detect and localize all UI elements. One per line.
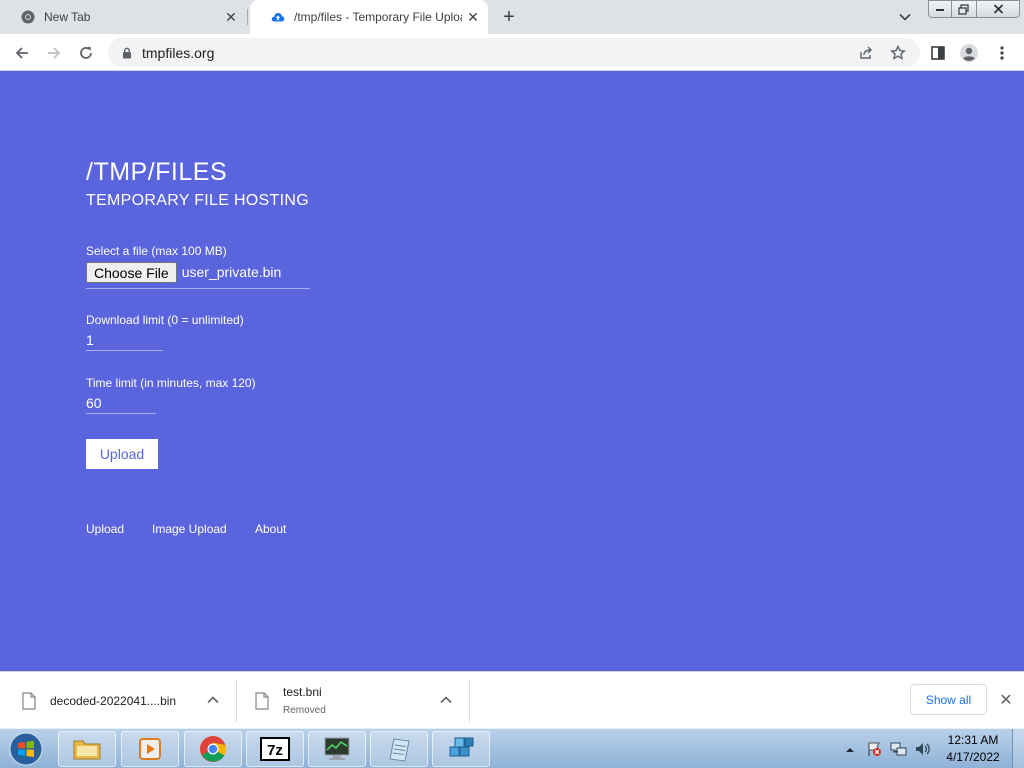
download-separator bbox=[469, 680, 470, 722]
svg-text:7z: 7z bbox=[267, 742, 283, 759]
notepad-icon bbox=[389, 738, 410, 762]
address-bar[interactable]: tmpfiles.org bbox=[108, 38, 920, 67]
close-download-bar-icon[interactable]: ✕ bbox=[996, 690, 1016, 710]
nav-link-upload[interactable]: Upload bbox=[86, 522, 124, 536]
file-label: Select a file (max 100 MB) bbox=[86, 244, 227, 258]
bookmark-star-icon[interactable] bbox=[888, 43, 908, 63]
taskbar: 7z 12:31 AM 4/17/2022 bbox=[0, 728, 1024, 768]
download-bar: decoded-2022041....bin test.bni Removed … bbox=[0, 671, 1024, 728]
file-input[interactable]: Choose File user_private.bin bbox=[86, 262, 310, 289]
download-item[interactable]: decoded-2022041....bin bbox=[22, 672, 232, 729]
lock-icon[interactable] bbox=[120, 46, 134, 60]
clock-date: 4/17/2022 bbox=[946, 750, 1000, 764]
media-player-icon bbox=[139, 738, 161, 760]
cloud-upload-icon bbox=[270, 9, 286, 25]
tab-title: New Tab bbox=[44, 10, 91, 24]
restore-button[interactable] bbox=[951, 0, 977, 18]
cubes-icon bbox=[449, 737, 474, 757]
show-all-button[interactable]: Show all bbox=[910, 684, 987, 715]
choose-file-button[interactable]: Choose File bbox=[86, 262, 177, 283]
taskbar-media-player[interactable] bbox=[121, 731, 179, 767]
time-limit-label: Time limit (in minutes, max 120) bbox=[86, 376, 256, 390]
selected-file-name: user_private.bin bbox=[181, 264, 282, 280]
menu-kebab-icon[interactable] bbox=[989, 40, 1015, 66]
7zip-icon: 7z bbox=[260, 737, 290, 761]
profile-avatar-icon[interactable] bbox=[956, 40, 982, 66]
download-status: Removed bbox=[283, 705, 326, 716]
tab-close-icon[interactable]: ✕ bbox=[462, 6, 484, 28]
download-filename: test.bni bbox=[283, 685, 322, 699]
tray-expand-chevron-icon[interactable] bbox=[843, 729, 857, 768]
clock-time: 12:31 AM bbox=[947, 733, 999, 747]
tab-title: /tmp/files - Temporary File Uploa bbox=[294, 10, 462, 24]
new-tab-button[interactable]: + bbox=[497, 5, 521, 29]
upload-button[interactable]: Upload bbox=[86, 439, 158, 469]
tab-close-icon[interactable]: ✕ bbox=[220, 6, 242, 28]
url-text: tmpfiles.org bbox=[142, 44, 215, 61]
reload-icon[interactable] bbox=[73, 40, 99, 66]
start-button[interactable] bbox=[6, 730, 46, 768]
site-title: /TMP/FILES bbox=[86, 158, 228, 186]
download-item[interactable]: test.bni Removed bbox=[255, 672, 455, 729]
time-limit-input[interactable] bbox=[86, 393, 156, 414]
action-center-flag-icon[interactable] bbox=[864, 729, 884, 768]
taskbar-explorer[interactable] bbox=[58, 731, 116, 767]
side-panel-icon[interactable] bbox=[925, 40, 951, 66]
windows-logo-icon bbox=[9, 732, 43, 766]
nav-link-about[interactable]: About bbox=[255, 522, 286, 536]
taskbar-package-app[interactable] bbox=[432, 731, 490, 767]
share-icon[interactable] bbox=[856, 43, 876, 63]
file-icon bbox=[22, 691, 36, 710]
tab-tmpfiles[interactable]: /tmp/files - Temporary File Uploa ✕ bbox=[250, 0, 488, 34]
folder-icon bbox=[73, 740, 101, 760]
nav-link-image-upload[interactable]: Image Upload bbox=[152, 522, 227, 536]
browser-toolbar: tmpfiles.org bbox=[0, 34, 1024, 71]
chevron-up-icon[interactable] bbox=[438, 692, 454, 708]
tab-search-chevron-icon[interactable] bbox=[894, 7, 916, 27]
minimize-button[interactable] bbox=[928, 0, 952, 18]
chevron-up-icon[interactable] bbox=[205, 692, 221, 708]
network-icon[interactable] bbox=[889, 729, 909, 768]
show-desktop-button[interactable] bbox=[1012, 729, 1024, 768]
system-clock[interactable]: 12:31 AM 4/17/2022 bbox=[938, 732, 1008, 766]
tab-new-tab[interactable]: New Tab ✕ bbox=[0, 0, 246, 34]
taskbar-7zip[interactable]: 7z bbox=[246, 731, 304, 767]
chrome-icon bbox=[200, 736, 227, 762]
window-close-button[interactable] bbox=[976, 0, 1020, 18]
tab-strip: New Tab ✕ /tmp/files - Temporary File Up… bbox=[0, 0, 1024, 34]
back-arrow-icon[interactable] bbox=[9, 40, 35, 66]
forward-arrow-icon[interactable] bbox=[41, 40, 67, 66]
download-limit-input[interactable] bbox=[86, 330, 163, 351]
site-subtitle: TEMPORARY FILE HOSTING bbox=[86, 192, 309, 209]
tab-separator bbox=[247, 9, 248, 25]
taskbar-notepad[interactable] bbox=[370, 731, 428, 767]
taskbar-system-monitor[interactable] bbox=[308, 731, 366, 767]
volume-icon[interactable] bbox=[913, 729, 933, 768]
file-icon bbox=[255, 691, 269, 710]
chrome-icon bbox=[20, 9, 36, 25]
monitor-icon bbox=[324, 737, 350, 760]
taskbar-chrome[interactable] bbox=[184, 731, 242, 767]
download-separator bbox=[236, 680, 237, 722]
page-content: /TMP/FILES TEMPORARY FILE HOSTING Select… bbox=[0, 71, 1024, 671]
download-limit-label: Download limit (0 = unlimited) bbox=[86, 313, 244, 327]
download-filename: decoded-2022041....bin bbox=[50, 693, 177, 708]
